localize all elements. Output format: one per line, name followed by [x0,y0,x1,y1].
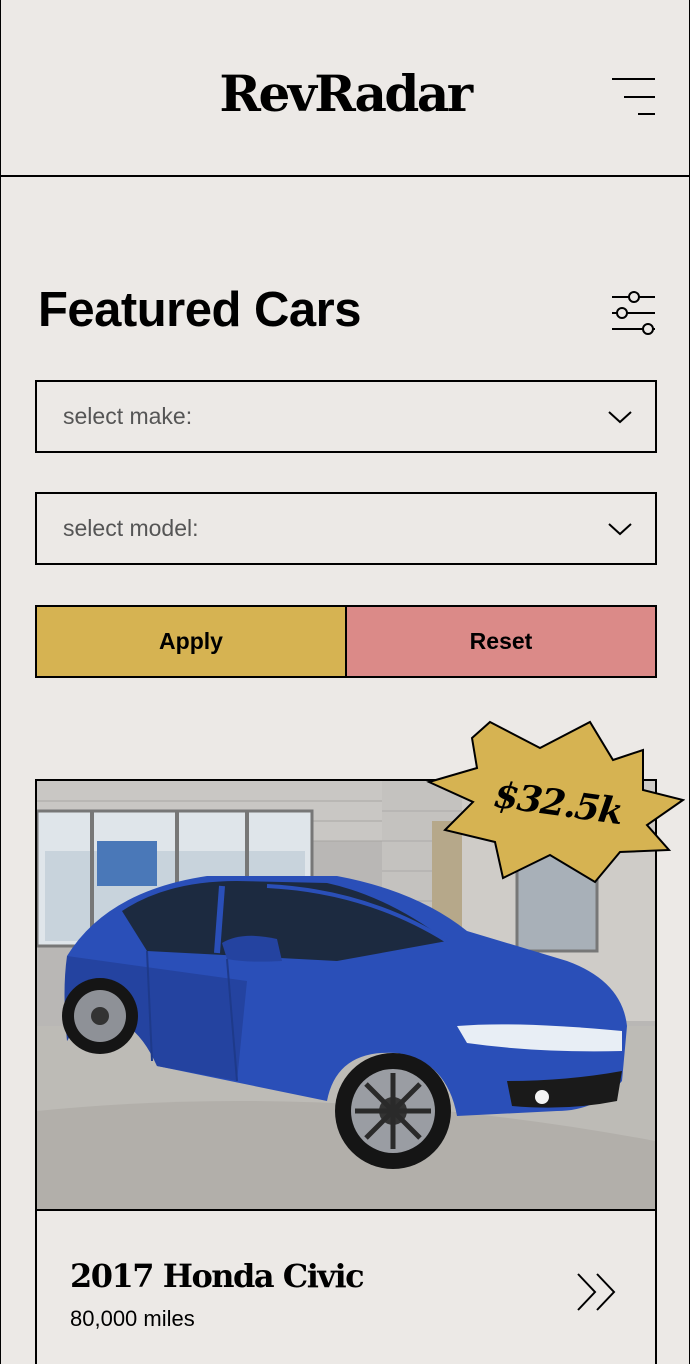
apply-button[interactable]: Apply [37,607,347,676]
reset-button[interactable]: Reset [347,607,655,676]
chevron-down-icon [608,411,632,424]
double-chevron-right-icon[interactable] [573,1271,621,1313]
sliders-filter-icon[interactable] [608,288,658,338]
model-select-placeholder: select model: [63,515,199,541]
site-header: RevRadar [0,0,690,177]
filter-actions: Apply Reset [35,605,657,678]
model-select[interactable]: select model: [35,492,657,565]
make-select[interactable]: select make: [35,380,657,453]
frame-border-left [0,0,1,1364]
car-mileage: 80,000 miles [70,1306,195,1331]
chevron-down-icon [608,523,632,536]
make-select-placeholder: select make: [63,403,193,429]
page-title: Featured Cars [38,283,362,337]
brand-logo[interactable]: RevRadar [0,62,690,126]
hamburger-menu-icon[interactable] [608,76,658,118]
price-badge: $32.5k [425,720,686,885]
car-name: 2017 Honda Civic [70,1257,365,1295]
